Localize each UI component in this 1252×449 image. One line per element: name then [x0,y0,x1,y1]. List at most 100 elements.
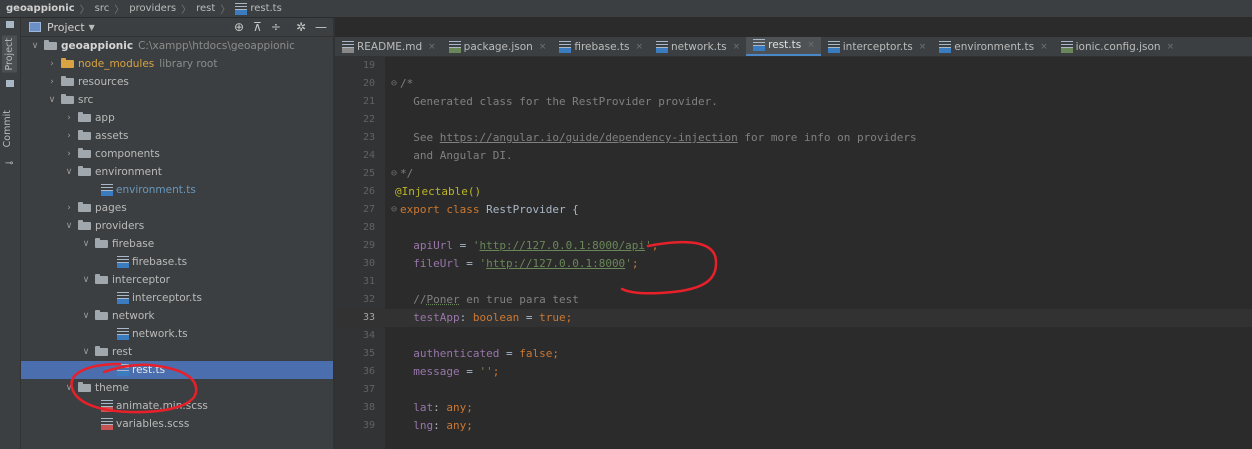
current-code-line[interactable]: 33 testApp: boolean = true; [335,309,1252,327]
chevron-down-icon[interactable]: ∨ [81,307,91,325]
breadcrumb-project[interactable]: geoappionic [6,3,75,14]
code-line[interactable]: 34 [335,327,1252,345]
tree-item-root[interactable]: ∨ geoappionic C:\xampp\htdocs\geoappionic [21,37,333,55]
project-view-selector[interactable]: Project [47,21,85,34]
chevron-right-icon[interactable]: › [64,109,74,127]
tab-network-ts[interactable]: network.ts × [649,37,746,56]
tree-item-label: animate.min.scss [116,400,208,412]
fold-icon[interactable]: ⊖ [391,201,397,219]
tree-item-pages[interactable]: › pages [21,199,333,217]
close-icon[interactable]: × [807,40,815,50]
tree-item-interceptor[interactable]: ∨ interceptor [21,271,333,289]
close-icon[interactable]: × [428,42,436,52]
chevron-right-icon[interactable]: › [64,145,74,163]
string-link[interactable]: http://127.0.0.1:8000 [486,257,625,270]
tree-item-animate-scss[interactable]: animate.min.scss [21,397,333,415]
tree-item-firebase-ts[interactable]: firebase.ts [21,253,333,271]
code-editor[interactable]: 19 20 ⊖/* 21 Generated class for the Rest… [335,57,1252,449]
string-link[interactable]: http://127.0.0.1:8000/api [479,239,645,252]
close-icon[interactable]: × [733,42,741,52]
breadcrumb-rest[interactable]: rest [196,3,215,14]
chevron-right-icon[interactable]: › [47,73,57,91]
tree-item-network[interactable]: ∨ network [21,307,333,325]
commit-tool-button[interactable]: Commit [2,110,13,147]
folder-icon [61,76,74,86]
code-line[interactable]: 24 and Angular DI. [335,147,1252,165]
close-icon[interactable]: × [919,42,927,52]
chevron-down-icon[interactable]: ∨ [81,343,91,361]
comment-link[interactable]: https://angular.io/guide/dependency-inje… [440,131,738,144]
tree-item-rest-ts[interactable]: rest.ts [21,361,333,379]
chevron-right-icon[interactable]: › [64,199,74,217]
code-line[interactable]: 23 See https://angular.io/guide/dependen… [335,129,1252,147]
tab-rest-ts[interactable]: rest.ts × [746,37,821,56]
tab-firebase-ts[interactable]: firebase.ts × [552,37,649,56]
tree-item-node-modules[interactable]: › node_modules library root [21,55,333,73]
collapse-all-icon[interactable]: ⊼ [253,20,262,34]
project-tool-button[interactable]: Project [2,36,17,73]
target-icon[interactable]: ⊕ [234,20,244,34]
close-icon[interactable]: × [539,42,547,52]
tab-interceptor-ts[interactable]: interceptor.ts × [821,37,933,56]
code-line[interactable]: 21 Generated class for the RestProvider … [335,93,1252,111]
fold-icon[interactable]: ⊖ [391,75,397,93]
tree-item-resources[interactable]: › resources [21,73,333,91]
tree-item-environment-ts[interactable]: environment.ts [21,181,333,199]
breadcrumb-file[interactable]: rest.ts [250,3,281,14]
code-line[interactable]: 30 fileUrl = 'http://127.0.0.1:8000'; [335,255,1252,273]
code-line[interactable]: 37 [335,381,1252,399]
breadcrumb-providers[interactable]: providers [129,3,176,14]
folder-icon [78,220,91,230]
fold-end-icon[interactable]: ⊖ [391,165,397,183]
minimize-icon[interactable]: — [315,20,327,34]
tree-item-firebase[interactable]: ∨ firebase [21,235,333,253]
close-icon[interactable]: × [1167,42,1175,52]
code-line[interactable]: 39 lng: any; [335,417,1252,435]
chevron-down-icon[interactable]: ∨ [47,91,57,109]
tab-readme[interactable]: README.md × [335,37,442,56]
tree-item-environment[interactable]: ∨ environment [21,163,333,181]
code-line[interactable]: 31 [335,273,1252,291]
tree-item-assets[interactable]: › assets [21,127,333,145]
code-line[interactable]: 27 ⊖ export class RestProvider { [335,201,1252,219]
chevron-down-icon[interactable]: ∨ [64,379,74,397]
breadcrumb-src[interactable]: src [95,3,110,14]
tree-item-variables-scss[interactable]: variables.scss [21,415,333,433]
typescript-file-icon [559,40,572,53]
tree-item-network-ts[interactable]: network.ts [21,325,333,343]
tab-package-json[interactable]: package.json × [442,37,553,56]
tree-item-interceptor-ts[interactable]: interceptor.ts [21,289,333,307]
expand-all-icon[interactable]: ÷ [271,20,281,34]
code-line[interactable]: 32 //Poner en true para test [335,291,1252,309]
chevron-down-icon[interactable]: ∨ [64,217,74,235]
chevron-down-icon[interactable]: ∨ [81,271,91,289]
code-line[interactable]: 20 ⊖/* [335,75,1252,93]
code-text: Generated class for the RestProvider pro… [400,95,718,108]
tab-ionic-config-json[interactable]: ionic.config.json × [1054,37,1181,56]
tree-item-components[interactable]: › components [21,145,333,163]
tab-environment-ts[interactable]: environment.ts × [932,37,1053,56]
code-line[interactable]: 35 authenticated = false; [335,345,1252,363]
tree-item-src[interactable]: ∨ src [21,91,333,109]
code-line[interactable]: 26 @Injectable() [335,183,1252,201]
tree-item-providers[interactable]: ∨ providers [21,217,333,235]
chevron-right-icon[interactable]: › [64,127,74,145]
code-line[interactable]: 22 [335,111,1252,129]
code-line[interactable]: 29 apiUrl = 'http://127.0.0.1:8000/api'; [335,237,1252,255]
gear-icon[interactable]: ✲ [296,20,306,34]
chevron-down-icon[interactable]: ∨ [81,235,91,253]
chevron-down-icon[interactable]: ∨ [30,37,40,55]
chevron-right-icon[interactable]: › [47,55,57,73]
close-icon[interactable]: × [1040,42,1048,52]
code-line[interactable]: 25 ⊖ */ [335,165,1252,183]
code-line[interactable]: 19 [335,57,1252,75]
chevron-down-icon[interactable]: ∨ [64,163,74,181]
chevron-down-icon[interactable]: ▼ [89,23,95,32]
tree-item-app[interactable]: › app [21,109,333,127]
tree-item-theme[interactable]: ∨ theme [21,379,333,397]
code-line[interactable]: 28 [335,219,1252,237]
tree-item-rest[interactable]: ∨ rest [21,343,333,361]
close-icon[interactable]: × [635,42,643,52]
code-line[interactable]: 38 lat: any; [335,399,1252,417]
code-line[interactable]: 36 message = ''; [335,363,1252,381]
